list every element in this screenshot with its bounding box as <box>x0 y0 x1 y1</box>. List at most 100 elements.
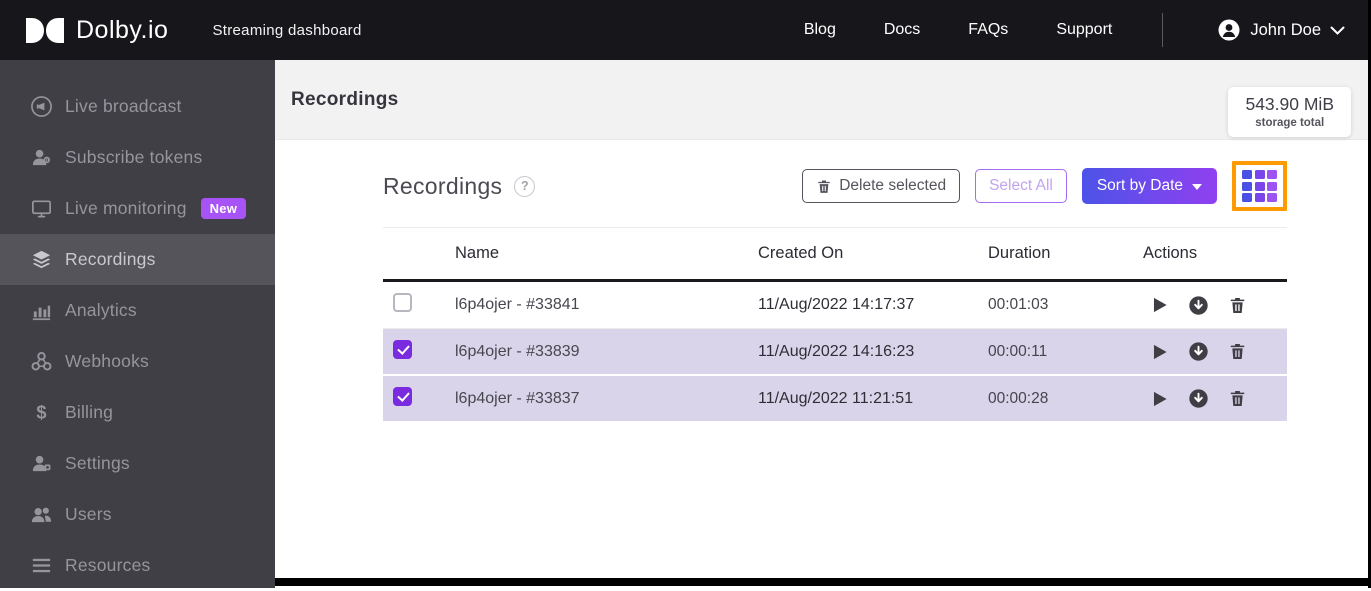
sidebar-item-label: Users <box>65 504 112 524</box>
sidebar-item-label: Live broadcast <box>65 96 182 116</box>
recording-name: l6p4ojer - #33839 <box>455 342 580 360</box>
select-all-label: Select All <box>989 177 1053 194</box>
trash-icon <box>1230 343 1244 360</box>
play-button[interactable] <box>1147 340 1171 364</box>
recording-duration: 00:01:03 <box>988 296 1049 313</box>
download-icon <box>1188 295 1208 315</box>
user-menu[interactable]: John Doe <box>1217 18 1345 42</box>
nav-link-faqs[interactable]: FAQs <box>968 21 1008 39</box>
column-header-actions: Actions <box>1143 244 1198 262</box>
top-nav: Blog Docs FAQs Support John Doe <box>804 13 1345 47</box>
sidebar-item-resources[interactable]: Resources <box>0 540 275 591</box>
grid-view-button[interactable] <box>1232 161 1287 211</box>
sidebar-item-label: Settings <box>65 453 130 473</box>
window-bottom-edge <box>275 578 1371 586</box>
sort-by-date-button[interactable]: Sort by Date <box>1081 168 1217 204</box>
row-checkbox[interactable] <box>393 339 412 359</box>
delete-row-button[interactable] <box>1225 387 1249 411</box>
recordings-table: Name Created On Duration Actions l6p4oje… <box>383 228 1287 423</box>
recordings-section: Recordings ? Delete selected Select All … <box>275 140 1371 423</box>
trash-icon <box>1230 390 1244 407</box>
download-icon <box>1188 389 1208 408</box>
table-row: l6p4ojer - #33839 11/Aug/2022 14:16:23 0… <box>383 329 1287 376</box>
nav-link-support[interactable]: Support <box>1056 21 1112 39</box>
main-content: Recordings 543.90 MiB storage total Reco… <box>275 60 1371 588</box>
table-row: l6p4ojer - #33837 11/Aug/2022 11:21:51 0… <box>383 376 1287 423</box>
sidebar-item-label: Recordings <box>65 249 156 269</box>
brand[interactable]: Dolby.io <box>26 16 168 45</box>
download-button[interactable] <box>1186 387 1210 411</box>
sidebar-item-live-monitoring[interactable]: Live monitoring New <box>0 183 275 234</box>
delete-row-button[interactable] <box>1225 340 1249 364</box>
trash-icon <box>818 180 830 193</box>
delete-selected-label: Delete selected <box>839 177 947 194</box>
svg-text:o: o <box>45 158 49 164</box>
sidebar-item-billing[interactable]: $ Billing <box>0 387 275 438</box>
play-button[interactable] <box>1147 387 1171 411</box>
storage-label: storage total <box>1255 117 1325 129</box>
dolby-logo-icon <box>26 17 64 43</box>
broadcast-icon <box>29 95 53 119</box>
app-subtitle: Streaming dashboard <box>212 21 362 39</box>
delete-row-button[interactable] <box>1225 293 1249 317</box>
delete-selected-button[interactable]: Delete selected <box>802 169 961 203</box>
recording-name: l6p4ojer - #33841 <box>455 296 580 313</box>
storage-card: 543.90 MiB storage total <box>1228 87 1351 137</box>
trash-icon <box>1230 297 1244 313</box>
sidebar-item-recordings[interactable]: Recordings <box>0 234 275 285</box>
recording-created-on: 11/Aug/2022 14:17:37 <box>758 296 915 313</box>
recording-created-on: 11/Aug/2022 11:21:51 <box>758 389 914 407</box>
section-title: Recordings <box>383 172 503 199</box>
sidebar-item-live-broadcast[interactable]: Live broadcast <box>0 81 275 132</box>
sidebar-item-label: Webhooks <box>65 351 149 371</box>
help-icon[interactable]: ? <box>514 175 536 197</box>
select-all-button[interactable]: Select All <box>975 169 1067 203</box>
download-button[interactable] <box>1186 340 1210 364</box>
play-icon <box>1153 297 1167 313</box>
recording-duration: 00:00:28 <box>988 389 1049 407</box>
settings-icon <box>29 452 53 476</box>
recording-created-on: 11/Aug/2022 14:16:23 <box>758 342 915 360</box>
column-header-created-on: Created On <box>758 244 844 262</box>
sidebar-item-label: Subscribe tokens <box>65 147 203 167</box>
recording-duration: 00:00:11 <box>988 342 1048 360</box>
nav-link-blog[interactable]: Blog <box>804 21 836 39</box>
recordings-toolbar: Recordings ? Delete selected Select All … <box>383 161 1287 211</box>
download-button[interactable] <box>1186 293 1210 317</box>
sidebar-item-label: Live monitoring <box>65 198 187 218</box>
grid-icon <box>1242 170 1277 202</box>
sidebar-item-users[interactable]: Users <box>0 489 275 540</box>
sidebar-item-webhooks[interactable]: Webhooks <box>0 336 275 387</box>
download-icon <box>1188 342 1208 361</box>
nav-link-docs[interactable]: Docs <box>884 21 920 39</box>
column-header-name: Name <box>455 244 500 262</box>
new-badge: New <box>200 198 247 219</box>
sidebar-item-analytics[interactable]: Analytics <box>0 285 275 336</box>
sidebar-item-settings[interactable]: Settings <box>0 438 275 489</box>
user-name: John Doe <box>1250 20 1321 39</box>
recording-name: l6p4ojer - #33837 <box>455 389 580 407</box>
sidebar-item-subscribe-tokens[interactable]: o Subscribe tokens <box>0 132 275 183</box>
sort-by-date-label: Sort by Date <box>1096 177 1183 194</box>
table-row: l6p4ojer - #33841 11/Aug/2022 14:17:37 0… <box>383 282 1287 329</box>
play-button[interactable] <box>1147 293 1171 317</box>
sidebar-item-label: Analytics <box>65 300 137 320</box>
row-checkbox[interactable] <box>393 386 412 406</box>
nav-divider <box>1162 13 1164 47</box>
column-header-duration: Duration <box>988 244 1051 262</box>
row-checkbox[interactable] <box>393 293 412 312</box>
monitor-icon <box>29 197 53 221</box>
storage-value: 543.90 MiB <box>1245 94 1334 114</box>
analytics-icon <box>29 299 53 323</box>
table-header-row: Name Created On Duration Actions <box>383 228 1287 282</box>
play-icon <box>1153 344 1167 359</box>
users-icon <box>29 503 53 527</box>
page-title: Recordings <box>291 88 399 110</box>
top-header: Dolby.io Streaming dashboard Blog Docs F… <box>0 0 1371 60</box>
brand-text: Dolby.io <box>76 15 169 44</box>
page-header: Recordings 543.90 MiB storage total <box>275 60 1371 140</box>
play-icon <box>1153 391 1167 406</box>
resources-icon <box>29 554 53 578</box>
subscribe-tokens-icon: o <box>29 146 53 170</box>
svg-text:$: $ <box>36 402 46 422</box>
